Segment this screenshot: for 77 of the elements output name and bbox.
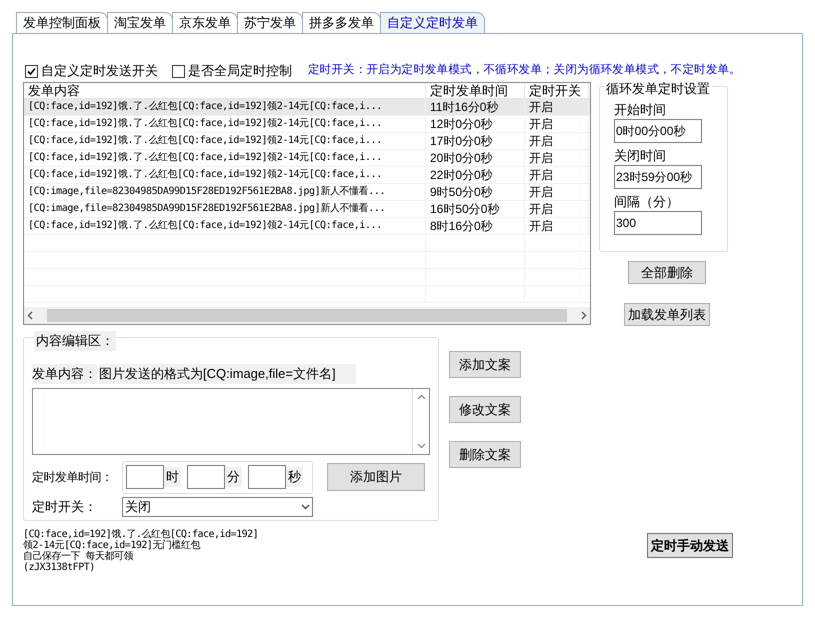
time-label: 定时发单时间：: [32, 469, 114, 486]
table-cell: 开启: [525, 218, 589, 234]
chevron-down-icon: [301, 504, 310, 510]
content-textarea[interactable]: [32, 388, 430, 454]
format-hint: 图片发送的格式为[CQ:image,file=文件名]: [99, 364, 356, 384]
unit-label: 分: [225, 467, 242, 487]
action-button[interactable]: 修改文案: [449, 396, 521, 423]
column-header[interactable]: 发单内容: [24, 83, 426, 98]
input-field[interactable]: [187, 465, 225, 489]
switch-dropdown[interactable]: 关闭: [122, 496, 313, 516]
table-cell: [CQ:face,id=192]饿.了.么红包[CQ:face,id=192]领2-14元[CQ:face,i...: [24, 167, 426, 183]
table-row[interactable]: [CQ:image,file=82304985DA99D15F28ED192F561E2BA8.jpg]新人不懂看... 9时50分0秒 开启: [24, 184, 590, 201]
table-cell: 开启: [525, 150, 589, 166]
table-cell: 开启: [525, 184, 589, 200]
table-cell: [CQ:face,id=192]饿.了.么红包[CQ:face,id=192]领2-14元[CQ:face,i...: [24, 99, 426, 115]
input-field[interactable]: [248, 465, 286, 489]
action-button[interactable]: 加载发单列表: [624, 303, 710, 326]
table-cell: 12时0分0秒: [426, 116, 525, 132]
checkbox-label: 是否全局定时控制: [188, 62, 292, 80]
input-field[interactable]: 0时00分00秒: [614, 119, 702, 143]
tab[interactable]: 发单控制面板: [16, 12, 108, 33]
field-label: 关闭时间: [614, 147, 667, 165]
checkbox[interactable]: [25, 64, 38, 78]
group-title: 内容编辑区：: [34, 331, 116, 350]
table-cell: [CQ:face,id=192]饿.了.么红包[CQ:face,id=192]领2-14元[CQ:face,i...: [24, 133, 426, 149]
table-cell: 22时0分0秒: [426, 167, 525, 183]
table-cell: 16时50分0秒: [426, 201, 525, 217]
table-cell: 11时16分0秒: [426, 99, 525, 115]
table-cell: 开启: [525, 133, 589, 149]
tab[interactable]: 自定义定时发单: [380, 12, 485, 33]
table-row[interactable]: [CQ:image,file=82304985DA99D15F28ED192F561E2BA8.jpg]新人不懂看... 16时50分0秒 开启: [24, 201, 590, 218]
table-cell: 9时50分0秒: [426, 184, 525, 200]
table-cell: 20时0分0秒: [426, 150, 525, 166]
table-cell: [CQ:image,file=82304985DA99D15F28ED192F561E2BA8.jpg]新人不懂看...: [24, 184, 426, 200]
action-button[interactable]: 添加文案: [449, 351, 521, 378]
action-button[interactable]: 删除文案: [449, 441, 521, 468]
switch-label: 定时开关：: [32, 498, 98, 516]
table-cell: [CQ:face,id=192]饿.了.么红包[CQ:face,id=192]领2-14元[CQ:face,i...: [24, 218, 426, 234]
column-header[interactable]: 定时开关: [525, 83, 589, 98]
table-cell: 17时0分0秒: [426, 133, 525, 149]
table-cell: [CQ:image,file=82304985DA99D15F28ED192F561E2BA8.jpg]新人不懂看...: [24, 201, 426, 217]
table-row[interactable]: [CQ:face,id=192]饿.了.么红包[CQ:face,id=192]领2-14元[CQ:face,i... 17时0分0秒 开启: [24, 133, 590, 150]
table-cell: 开启: [525, 167, 589, 183]
input-field[interactable]: 300: [614, 211, 702, 235]
table-cell: 开启: [525, 99, 589, 115]
table-cell: 8时16分0秒: [426, 218, 525, 234]
scroll-left-icon[interactable]: [27, 311, 33, 320]
checkmark-icon: [27, 66, 36, 76]
table-cell: [CQ:face,id=192]饿.了.么红包[CQ:face,id=192]领2-14元[CQ:face,i...: [24, 150, 426, 166]
unit-label: 秒: [286, 467, 303, 487]
table-row[interactable]: [CQ:face,id=192]饿.了.么红包[CQ:face,id=192]领2-14元[CQ:face,i... 8时16分0秒 开启: [24, 218, 590, 235]
table-row[interactable]: [CQ:face,id=192]饿.了.么红包[CQ:face,id=192]领2-14元[CQ:face,i... 22时0分0秒 开启: [24, 167, 590, 184]
table-row[interactable]: [CQ:face,id=192]饿.了.么红包[CQ:face,id=192]领2-14元[CQ:face,i... 20时0分0秒 开启: [24, 150, 590, 167]
column-header[interactable]: 定时发单时间: [426, 83, 525, 98]
table-row[interactable]: [CQ:face,id=192]饿.了.么红包[CQ:face,id=192]领2-14元[CQ:face,i... 12时0分0秒 开启: [24, 116, 590, 133]
action-button[interactable]: 添加图片: [327, 463, 425, 491]
field-label: 间隔（分）: [614, 193, 680, 211]
table-cell: 开启: [525, 201, 589, 217]
input-field[interactable]: [126, 465, 164, 489]
table-row[interactable]: [CQ:face,id=192]饿.了.么红包[CQ:face,id=192]领2-14元[CQ:face,i... 11时16分0秒 开启: [24, 99, 590, 116]
hint-text: 定时开关：开启为定时发单模式，不循环发单；关闭为循环发单模式，不定时发单。: [308, 62, 741, 78]
checkbox-label: 自定义定时发送开关: [41, 62, 158, 80]
log-text: [CQ:face,id=192]饿.了.么红包[CQ:face,id=192] 领2-14元[CQ:face,id=192]无门槛红包 自己保存一下 每天都可领 (zJX3138tFPT): [23, 529, 260, 573]
field-label: 开始时间: [614, 101, 667, 119]
input-field[interactable]: 23时59分00秒: [614, 165, 702, 189]
scroll-down-icon[interactable]: [416, 442, 426, 448]
content-label: 发单内容：: [32, 364, 97, 384]
horizontal-scrollbar[interactable]: [24, 307, 590, 324]
table-cell: [CQ:face,id=192]饿.了.么红包[CQ:face,id=192]领2-14元[CQ:face,i...: [24, 116, 426, 132]
table-cell: 开启: [525, 116, 589, 132]
manual-send-button[interactable]: 定时手动发送: [647, 533, 733, 558]
checkbox[interactable]: [172, 64, 185, 78]
scroll-right-icon[interactable]: [581, 311, 587, 320]
unit-label: 时: [164, 467, 181, 487]
scroll-up-icon[interactable]: [416, 394, 426, 400]
scrollbar-thumb[interactable]: [47, 309, 567, 322]
action-button[interactable]: 全部删除: [628, 261, 706, 284]
